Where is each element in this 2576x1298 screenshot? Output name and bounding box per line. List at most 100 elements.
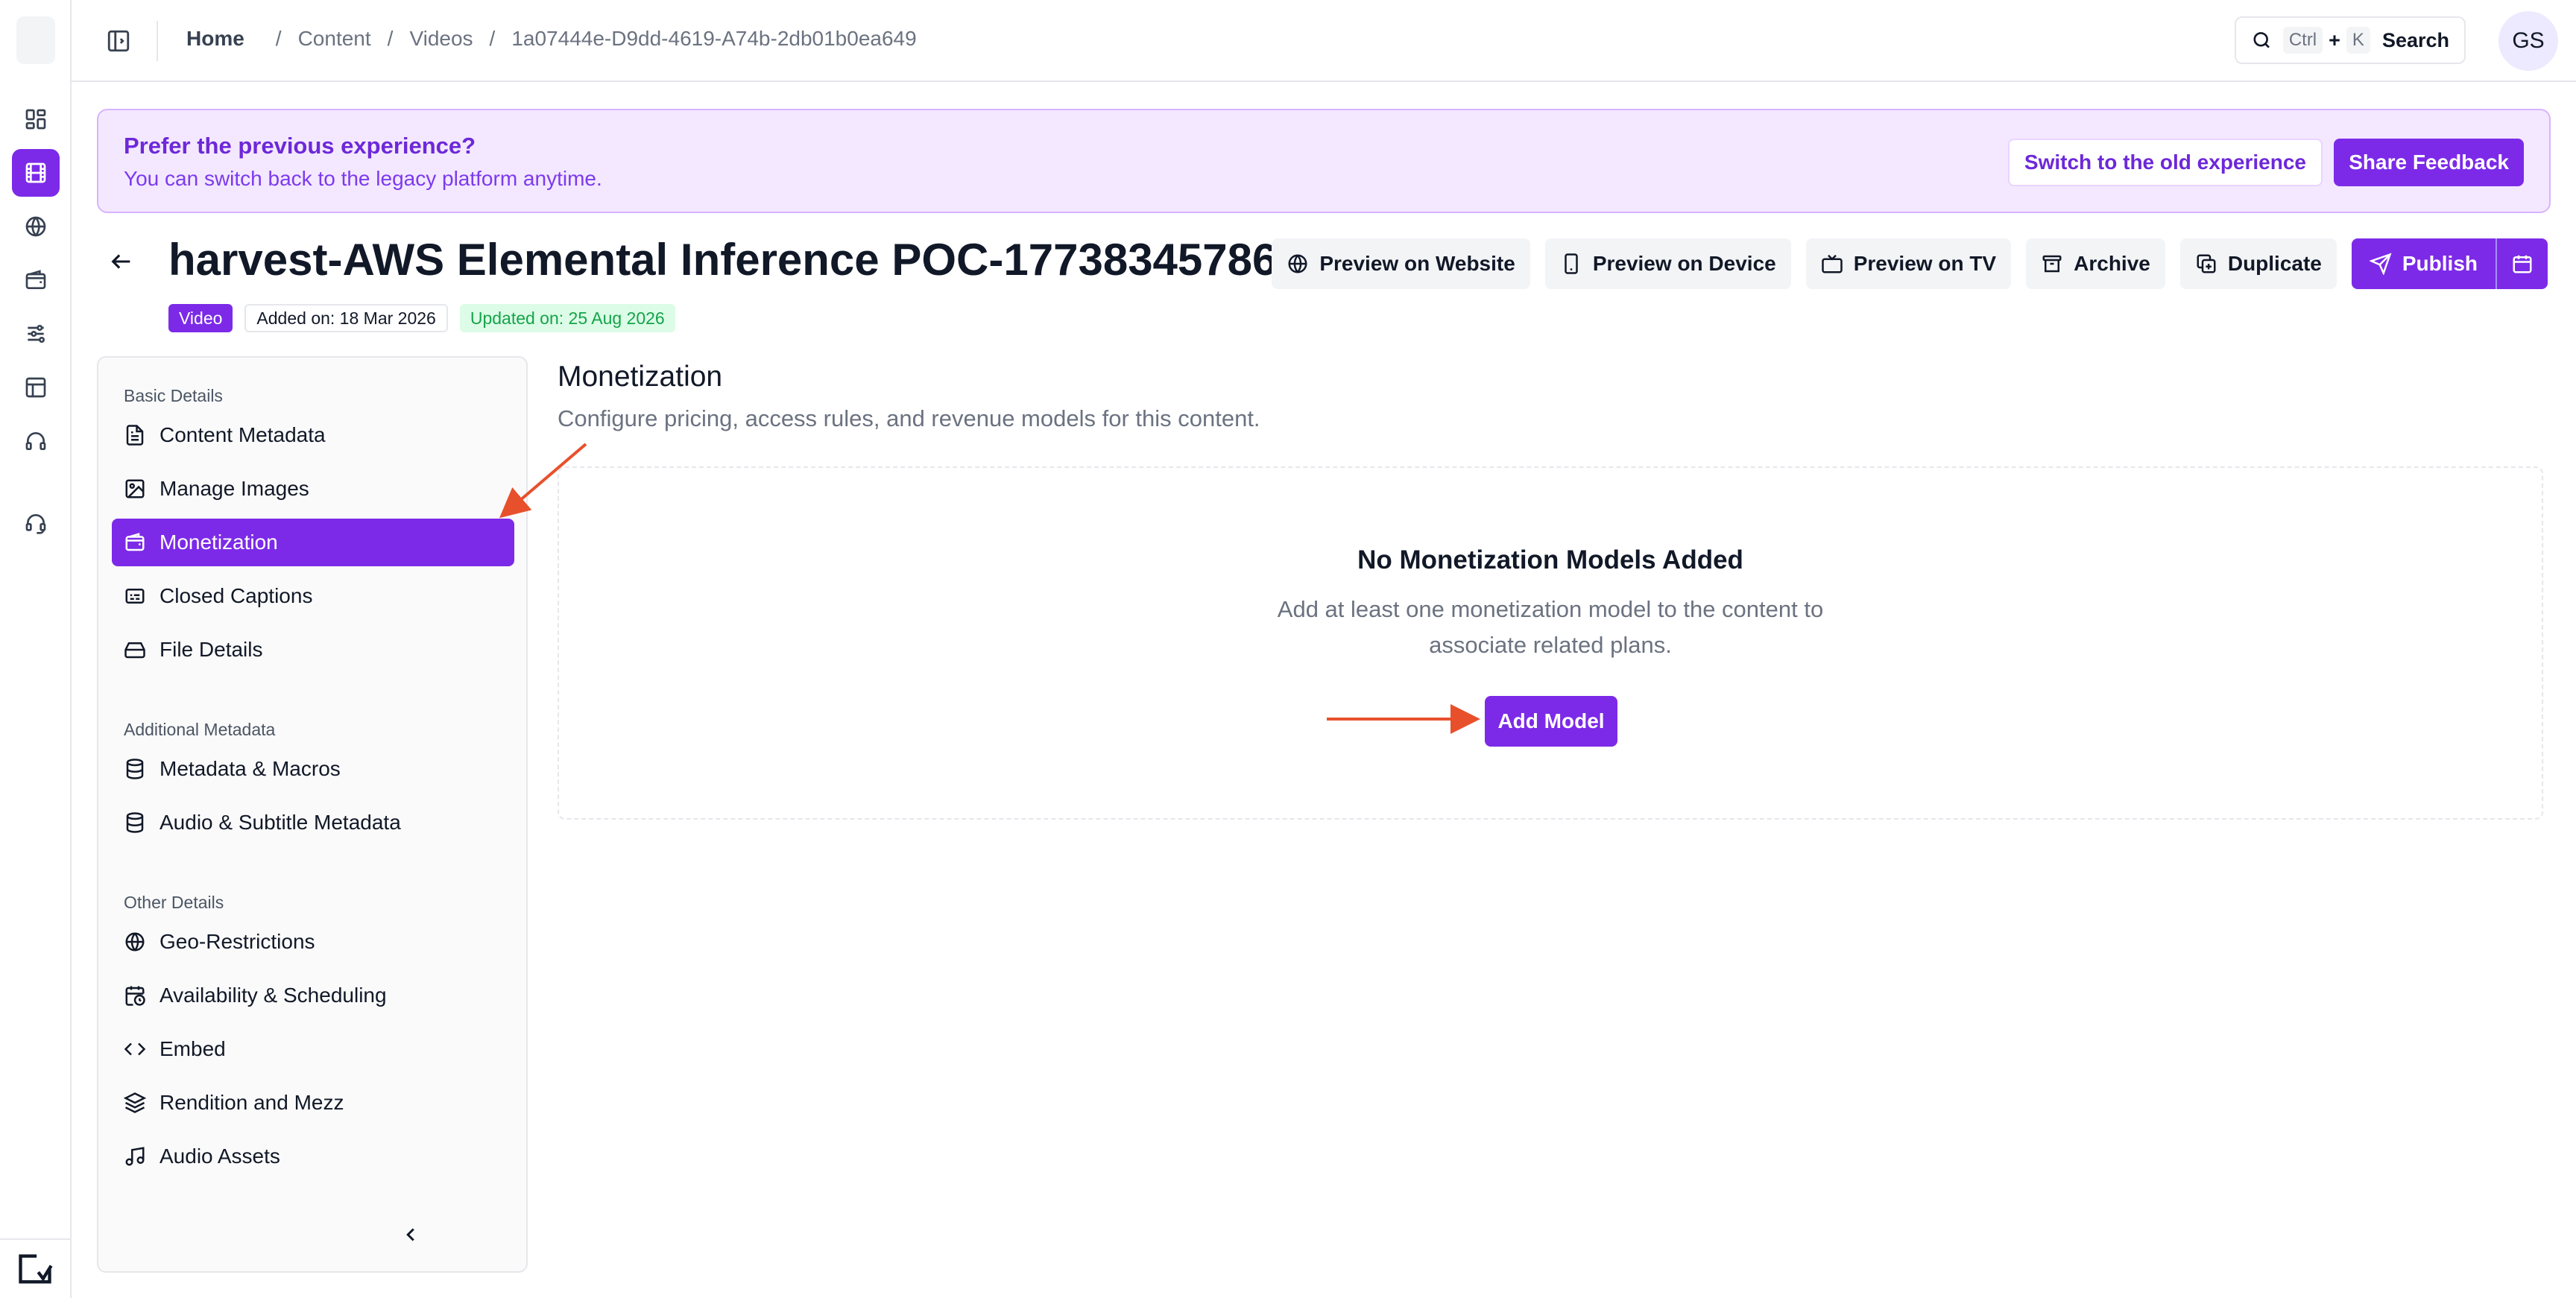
hard-drive-icon	[124, 642, 145, 659]
search-label: Search	[2381, 28, 2449, 51]
wallet-icon	[125, 533, 145, 551]
sidebar-item-content-metadata[interactable]: Content Metadata	[112, 411, 514, 459]
switch-old-experience-button[interactable]: Switch to the old experience	[2007, 139, 2323, 186]
captions-icon	[125, 589, 145, 604]
page-title: harvest-AWS Elemental Inference POC-1773…	[168, 235, 1328, 285]
breadcrumb-content[interactable]: Content	[298, 27, 371, 51]
sidebar-item-label: Rendition and Mezz	[160, 1091, 344, 1114]
wallet-icon[interactable]	[12, 256, 60, 304]
layers-icon	[124, 1092, 146, 1113]
content-badges: Video Added on: 18 Mar 2026 Updated on: …	[168, 304, 675, 332]
content-film-icon[interactable]	[12, 149, 60, 197]
shortcut-plus: +	[2329, 28, 2340, 51]
globe-icon	[125, 932, 145, 952]
app-rail	[0, 0, 72, 1298]
group-label-other: Other Details	[124, 893, 224, 912]
empty-state-title: No Monetization Models Added	[1357, 545, 1743, 574]
send-icon	[2369, 253, 2392, 275]
sidebar-item-geo-restrictions[interactable]: Geo-Restrictions	[112, 918, 514, 966]
preview-website-button[interactable]: Preview on Website	[1272, 238, 1530, 289]
updated-on-badge: Updated on: 25 Aug 2026	[459, 304, 675, 332]
sidebar-item-embed[interactable]: Embed	[112, 1025, 514, 1073]
search-button[interactable]: Ctrl + K Search	[2235, 16, 2466, 64]
legacy-experience-banner: Prefer the previous experience? You can …	[97, 109, 2551, 213]
shortcut-key-ctrl: Ctrl	[2282, 27, 2323, 54]
breadcrumb-current: 1a07444e-D9dd-4619-A74b-2db01b0ea649	[511, 27, 917, 50]
group-label-additional: Additional Metadata	[124, 720, 276, 739]
duplicate-button[interactable]: Duplicate	[2179, 238, 2337, 289]
preview-device-label: Preview on Device	[1592, 252, 1776, 275]
preview-tv-button[interactable]: Preview on TV	[1805, 238, 2012, 289]
tv-icon	[1821, 254, 1843, 273]
duplicate-label: Duplicate	[2227, 252, 2322, 275]
chevron-left-icon[interactable]	[400, 1223, 422, 1246]
sidebar-item-monetization[interactable]: Monetization	[112, 519, 514, 566]
avatar[interactable]: GS	[2498, 11, 2558, 71]
copy-icon	[2197, 254, 2216, 273]
sidebar-item-closed-captions[interactable]: Closed Captions	[112, 572, 514, 620]
section-description: Configure pricing, access rules, and rev…	[558, 405, 1260, 431]
sidebar-item-label: Audio & Subtitle Metadata	[160, 811, 401, 834]
header-actions: Preview on Website Preview on Device Pre…	[1272, 238, 2548, 289]
breadcrumb-separator: /	[275, 27, 282, 50]
publish-button[interactable]: Publish	[2351, 238, 2496, 289]
sliders-icon[interactable]	[12, 310, 60, 358]
calendar-clock-icon	[125, 986, 145, 1006]
breadcrumb-separator: /	[489, 27, 496, 50]
headphones-icon[interactable]	[12, 417, 60, 465]
archive-icon	[2042, 255, 2062, 273]
code-icon	[124, 1042, 146, 1056]
preview-website-label: Preview on Website	[1319, 252, 1515, 275]
database-icon	[126, 759, 144, 779]
add-model-button[interactable]: Add Model	[1485, 696, 1617, 747]
breadcrumb: Home / Content / Videos / 1a07444e-D9dd-…	[186, 27, 917, 51]
top-bar: Home / Content / Videos / 1a07444e-D9dd-…	[72, 0, 2576, 82]
globe-icon[interactable]	[12, 203, 60, 250]
sidebar-item-label: Monetization	[160, 531, 278, 554]
workspace-icon[interactable]	[16, 1250, 54, 1288]
support-headset-icon[interactable]	[12, 499, 60, 547]
preview-device-button[interactable]: Preview on Device	[1544, 238, 1791, 289]
sidebar-item-metadata-macros[interactable]: Metadata & Macros	[112, 745, 514, 793]
banner-subtitle: You can switch back to the legacy platfo…	[124, 167, 602, 190]
sidebar-item-audio-subtitle-metadata[interactable]: Audio & Subtitle Metadata	[112, 799, 514, 846]
empty-state-card: No Monetization Models Added Add at leas…	[558, 466, 2543, 820]
sidebar-item-label: Manage Images	[160, 477, 309, 500]
layout-icon[interactable]	[12, 364, 60, 411]
shortcut-key-k: K	[2346, 27, 2370, 54]
search-icon	[2253, 32, 2270, 48]
share-feedback-button[interactable]: Share Feedback	[2334, 139, 2524, 186]
dashboard-icon[interactable]	[12, 95, 60, 143]
sidebar-item-label: File Details	[160, 638, 263, 661]
back-arrow-icon[interactable]	[109, 249, 134, 274]
publish-group: Publish	[2351, 238, 2548, 289]
sidebar-item-label: Metadata & Macros	[160, 757, 341, 780]
preview-tv-label: Preview on TV	[1853, 252, 1997, 275]
smartphone-icon	[1565, 253, 1578, 274]
group-label-basic: Basic Details	[124, 386, 223, 405]
breadcrumb-home[interactable]: Home	[186, 27, 244, 51]
schedule-publish-button[interactable]	[2496, 238, 2548, 289]
sidebar-item-label: Closed Captions	[160, 584, 313, 607]
app-logo[interactable]	[16, 16, 55, 64]
globe-icon	[1288, 254, 1307, 273]
sidebar-item-file-details[interactable]: File Details	[112, 626, 514, 674]
sidebar-item-rendition-mezz[interactable]: Rendition and Mezz	[112, 1079, 514, 1127]
archive-button[interactable]: Archive	[2026, 238, 2165, 289]
file-text-icon	[126, 425, 144, 446]
sidebar-toggle-icon[interactable]	[106, 28, 131, 54]
section-title: Monetization	[558, 361, 723, 393]
sidebar-item-audio-assets[interactable]: Audio Assets	[112, 1133, 514, 1180]
rail-footer	[0, 1238, 70, 1298]
added-on-badge: Added on: 18 Mar 2026	[244, 304, 448, 332]
image-icon	[125, 479, 145, 498]
sidebar-item-label: Geo-Restrictions	[160, 930, 315, 953]
sidebar-item-manage-images[interactable]: Manage Images	[112, 465, 514, 513]
sidebar-item-label: Content Metadata	[160, 423, 326, 446]
breadcrumb-separator: /	[387, 27, 394, 50]
sidebar-item-label: Availability & Scheduling	[160, 984, 387, 1007]
sidebar-item-availability-scheduling[interactable]: Availability & Scheduling	[112, 972, 514, 1019]
breadcrumb-videos[interactable]: Videos	[409, 27, 473, 51]
banner-title: Prefer the previous experience?	[124, 133, 476, 159]
music-icon	[125, 1147, 145, 1166]
